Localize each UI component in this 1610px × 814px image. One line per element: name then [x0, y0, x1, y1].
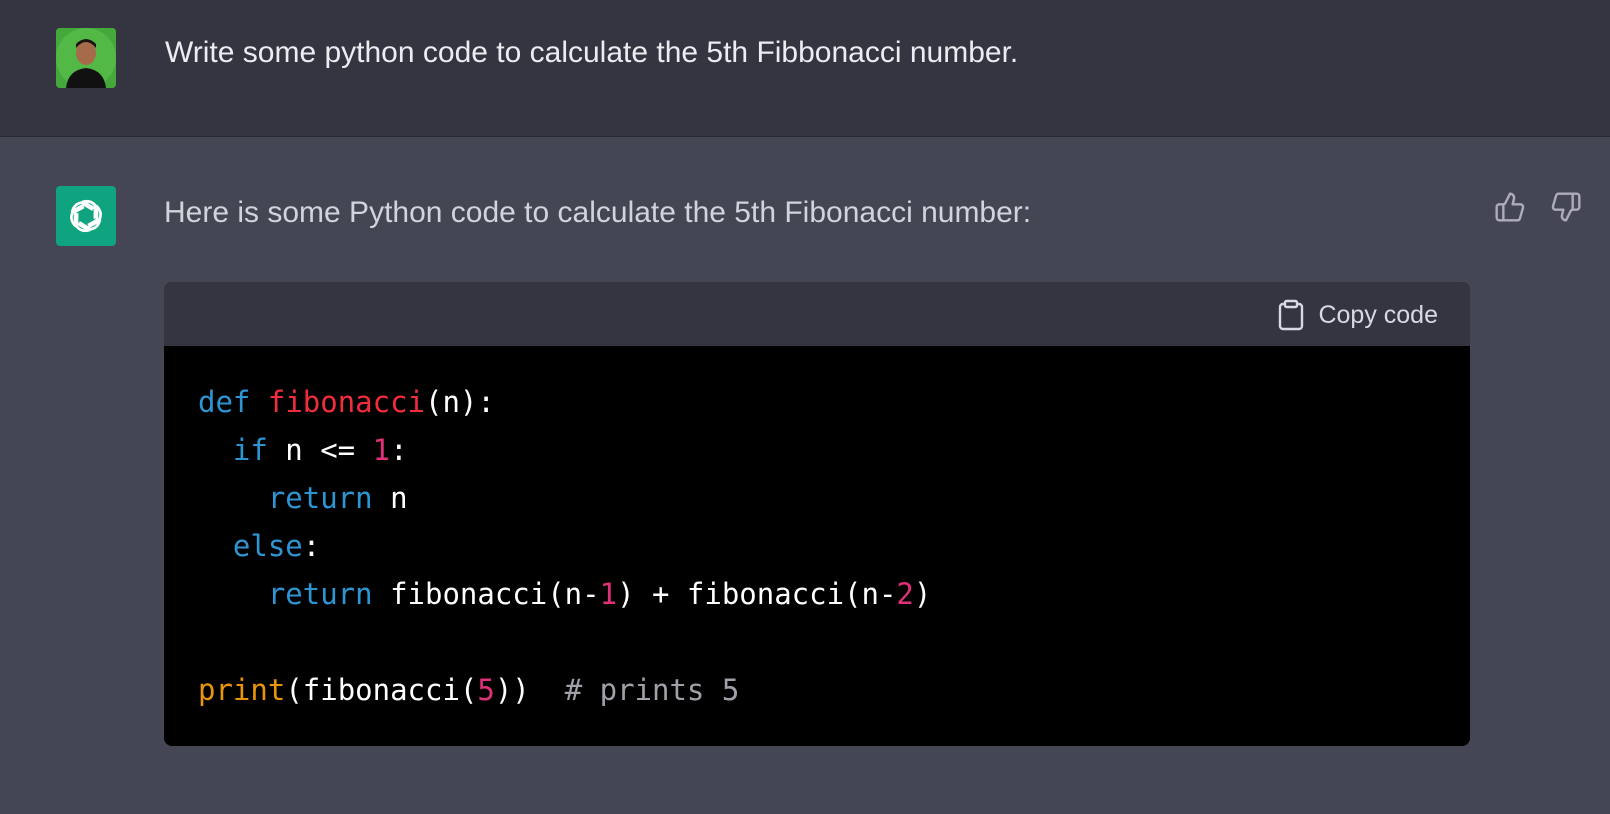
code-block-header: Copy code — [164, 282, 1470, 346]
code-token: (fibonacci( — [285, 673, 478, 707]
code-token: : — [302, 529, 321, 563]
code-line: if n <= 1: — [198, 426, 931, 474]
assistant-message-row: Here is some Python code to calculate th… — [0, 137, 1610, 814]
code-token: n — [372, 481, 408, 515]
python-code: def fibonacci(n): if n <= 1: return n el… — [198, 378, 931, 714]
thumbs-up-icon — [1495, 192, 1525, 222]
code-token: if — [232, 433, 268, 467]
user-message-row: Write some python code to calculate the … — [0, 0, 1610, 137]
openai-logo-icon — [56, 186, 116, 246]
clipboard-icon — [1279, 299, 1304, 331]
code-token: 1 — [599, 577, 618, 611]
code-token: else — [232, 529, 303, 563]
user-avatar — [56, 28, 116, 88]
code-token: 2 — [896, 577, 914, 611]
code-line: else: — [198, 522, 931, 570]
code-block: Copy code def fibonacci(n): if n <= 1: r… — [164, 282, 1470, 746]
code-token: fibonacci(n- — [372, 577, 600, 611]
code-line: def fibonacci(n): — [198, 378, 931, 426]
thumbs-down-button[interactable] — [1548, 189, 1584, 225]
code-token: ) — [913, 577, 932, 611]
code-line: return n — [198, 474, 931, 522]
copy-code-button[interactable]: Copy code — [1278, 298, 1438, 332]
code-line: return fibonacci(n-1) + fibonacci(n-2) — [198, 570, 932, 618]
assistant-intro-text: Here is some Python code to calculate th… — [164, 196, 1032, 229]
copy-code-label: Copy code — [1318, 300, 1438, 329]
code-token: 1 — [372, 433, 391, 467]
code-token: def — [198, 385, 251, 419]
code-token: ) + fibonacci(n- — [617, 577, 897, 611]
code-token: (n): — [425, 385, 495, 419]
code-token: : — [390, 433, 408, 467]
code-line: print(fibonacci(5)) # prints 5 — [198, 666, 931, 714]
user-message-text: Write some python code to calculate the … — [165, 36, 1019, 69]
code-token: fibonacci — [267, 385, 425, 419]
code-token: print — [198, 673, 286, 707]
code-token: )) — [494, 673, 565, 707]
thumbs-up-button[interactable] — [1492, 189, 1528, 225]
code-token: # prints 5 — [564, 673, 740, 707]
code-token: return — [267, 577, 373, 611]
thumbs-down-icon — [1551, 192, 1581, 222]
code-token: 5 — [477, 673, 495, 707]
code-token: return — [267, 481, 373, 515]
code-token: n <= — [267, 433, 373, 467]
